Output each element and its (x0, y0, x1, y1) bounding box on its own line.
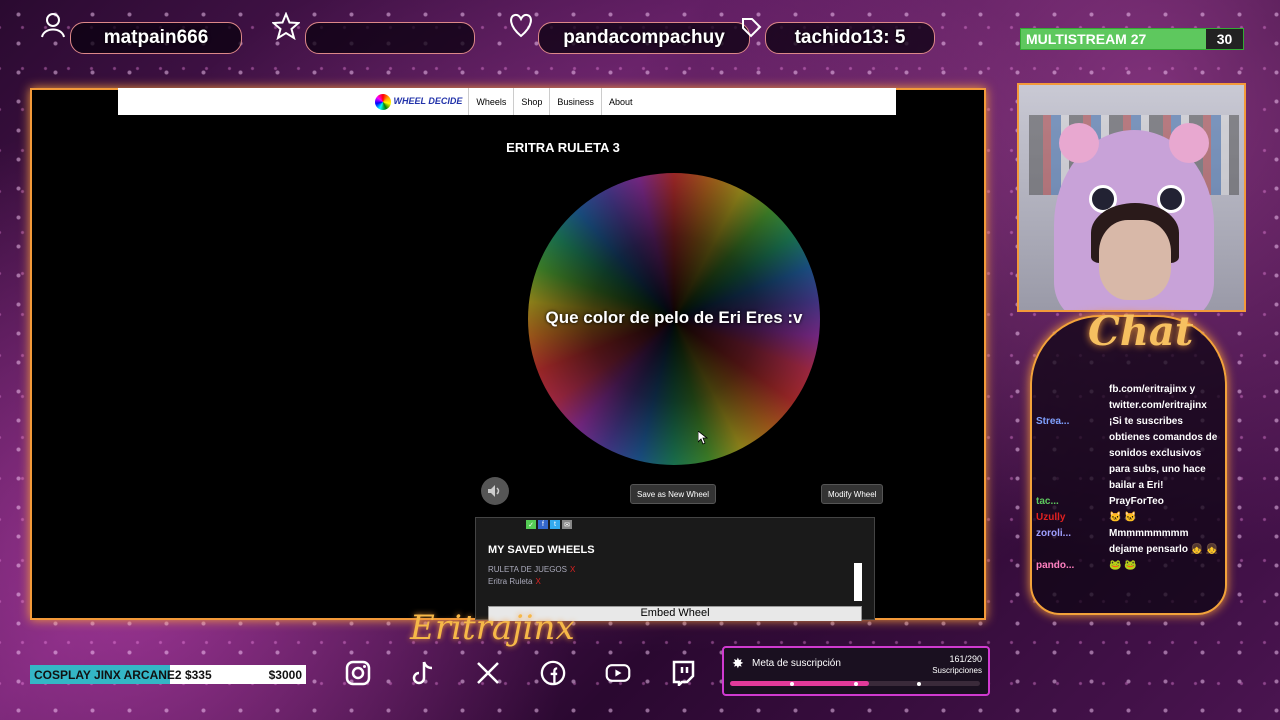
user-icon (40, 12, 66, 45)
chat-text: 🐱 🐱 (1109, 512, 1137, 523)
chat-text: PrayForTeo (1109, 496, 1164, 507)
nav-shop[interactable]: Shop (513, 88, 549, 115)
x-icon[interactable] (475, 660, 501, 686)
chat-title: Chat (1088, 308, 1194, 355)
donation-goal-fill: COSPLAY JINX ARCANE2 $335 (30, 665, 212, 684)
share-icons: ✓ f t ✉ (526, 520, 572, 529)
saved-wheel-name[interactable]: Eritra Ruleta (488, 577, 532, 586)
chat-text: ¡Si te suscribes obtienes comandos de so… (1109, 416, 1218, 491)
social-links (345, 660, 696, 686)
chat-text: fb.com/eritrajinx y twitter.com/eritraji… (1109, 384, 1207, 411)
mouse-cursor-icon (697, 430, 709, 448)
tag-icon (740, 16, 762, 45)
webcam-feed (1017, 83, 1246, 312)
chat-text: Mmmmmmmmm dejame pensarlo 👧 👧 (1109, 528, 1219, 555)
chat-username[interactable]: Strea... (1036, 414, 1109, 494)
scrollbar[interactable] (854, 563, 862, 601)
chat-username[interactable]: pando... (1036, 558, 1109, 574)
saved-wheel-name[interactable]: RULETA DE JUEGOS (488, 565, 567, 574)
nav-wheels[interactable]: Wheels (468, 88, 513, 115)
follower-name: matpain666 (103, 27, 209, 48)
top-slot-donor: pandacompachuy (538, 22, 750, 54)
bits-text: tachido13: 5 (794, 27, 906, 48)
sound-toggle-button[interactable] (481, 477, 509, 505)
streamer-face (1099, 220, 1171, 300)
logo-text: WHEEL DECIDE (393, 96, 463, 106)
save-as-new-wheel-button[interactable]: Save as New Wheel (630, 484, 717, 504)
sub-goal-label: Meta de suscripción (752, 658, 841, 669)
wheel-title-row: ERITRA RULETA 3 (118, 140, 896, 155)
subscription-goal: ✸ Meta de suscripción 161/290 Suscripcio… (722, 646, 990, 696)
multistream-fill: MULTISTREAM 27 (1021, 29, 1206, 49)
top-slot-bits: tachido13: 5 (765, 22, 935, 54)
nav-about[interactable]: About (600, 88, 640, 115)
chat-username[interactable]: Uzully (1036, 510, 1109, 526)
costume-ear (1169, 123, 1209, 163)
site-logo[interactable]: WHEEL DECIDE (374, 93, 463, 110)
chat-username[interactable] (1036, 382, 1109, 414)
share-icon[interactable]: ✓ (526, 520, 536, 529)
multistream-current: 27 (1130, 31, 1147, 47)
chat-username[interactable]: tac... (1036, 494, 1109, 510)
chat-messages: fb.com/eritrajinx y twitter.com/eritraji… (1036, 382, 1221, 574)
nav-business[interactable]: Business (549, 88, 601, 115)
facebook-icon[interactable] (540, 660, 566, 686)
wheel-title: ERITRA RULETA 3 (506, 140, 620, 155)
site-navbar: WHEEL DECIDE Wheels Shop Business About (118, 88, 896, 115)
chat-text: 🐸 🐸 (1109, 560, 1137, 571)
saved-wheels-heading: MY SAVED WHEELS (488, 544, 595, 556)
streamer-signature: Eritrajinx (410, 608, 575, 648)
chat-message: zoroli... Mmmmmmmmm dejame pensarlo 👧 👧 (1036, 526, 1221, 558)
badge-star-icon: ✸ (732, 655, 744, 671)
milestone-dot (854, 682, 858, 686)
multistream-label: MULTISTREAM (1026, 31, 1127, 47)
chat-message: fb.com/eritrajinx y twitter.com/eritraji… (1036, 382, 1221, 414)
multistream-goal: MULTISTREAM 27 30 (1020, 28, 1244, 50)
browser-capture: WHEEL DECIDE Wheels Shop Business About … (118, 88, 896, 621)
tiktok-icon[interactable] (410, 660, 436, 686)
facebook-share-icon[interactable]: f (538, 520, 548, 529)
chat-message: pando... 🐸 🐸 (1036, 558, 1221, 574)
sub-goal-progress-fill (730, 681, 869, 686)
wheel-logo-icon (374, 93, 391, 110)
sub-goal-unit: Suscripciones (932, 666, 982, 675)
goal-label: COSPLAY JINX ARCANE2 (34, 667, 182, 682)
top-slot-subscriber (305, 22, 475, 54)
chat-message: tac... PrayForTeo (1036, 494, 1221, 510)
sub-goal-count: 161/290 (949, 654, 982, 664)
modify-wheel-button[interactable]: Modify Wheel (821, 484, 884, 504)
saved-wheel-item[interactable]: Eritra Ruleta X (488, 577, 541, 586)
saved-wheel-item[interactable]: RULETA DE JUEGOS X (488, 565, 575, 574)
multistream-max: 30 (1216, 31, 1233, 47)
goal-spacer (170, 665, 269, 684)
remove-icon[interactable]: X (535, 577, 540, 586)
star-icon (270, 11, 302, 47)
saved-wheels-panel: ✓ f t ✉ MY SAVED WHEELS RULETA DE JUEGOS… (475, 517, 875, 621)
instagram-icon[interactable] (345, 660, 371, 686)
donation-goal-bar: COSPLAY JINX ARCANE2 $335 $3000 (30, 665, 306, 684)
heart-icon (507, 12, 535, 45)
remove-icon[interactable]: X (570, 565, 575, 574)
speaker-icon (488, 485, 500, 497)
goal-target: $3000 (268, 667, 302, 682)
top-slot-follower: matpain666 (70, 22, 242, 54)
milestone-dot (917, 682, 921, 686)
youtube-icon[interactable] (605, 660, 631, 686)
donor-name: pandacompachuy (563, 27, 725, 48)
twitter-share-icon[interactable]: t (550, 520, 560, 529)
costume-ear (1059, 123, 1099, 163)
wheel-question: Que color de pelo de Eri Eres :v (545, 308, 803, 327)
sub-goal-count-block: 161/290 Suscripciones (932, 654, 982, 675)
twitch-icon[interactable] (670, 660, 696, 686)
email-share-icon[interactable]: ✉ (562, 520, 572, 529)
chat-message: Uzully 🐱 🐱 (1036, 510, 1221, 526)
milestone-dot (790, 682, 794, 686)
chat-message: Strea... ¡Si te suscribes obtienes comand… (1036, 414, 1221, 494)
chat-username[interactable]: zoroli... (1036, 526, 1109, 558)
